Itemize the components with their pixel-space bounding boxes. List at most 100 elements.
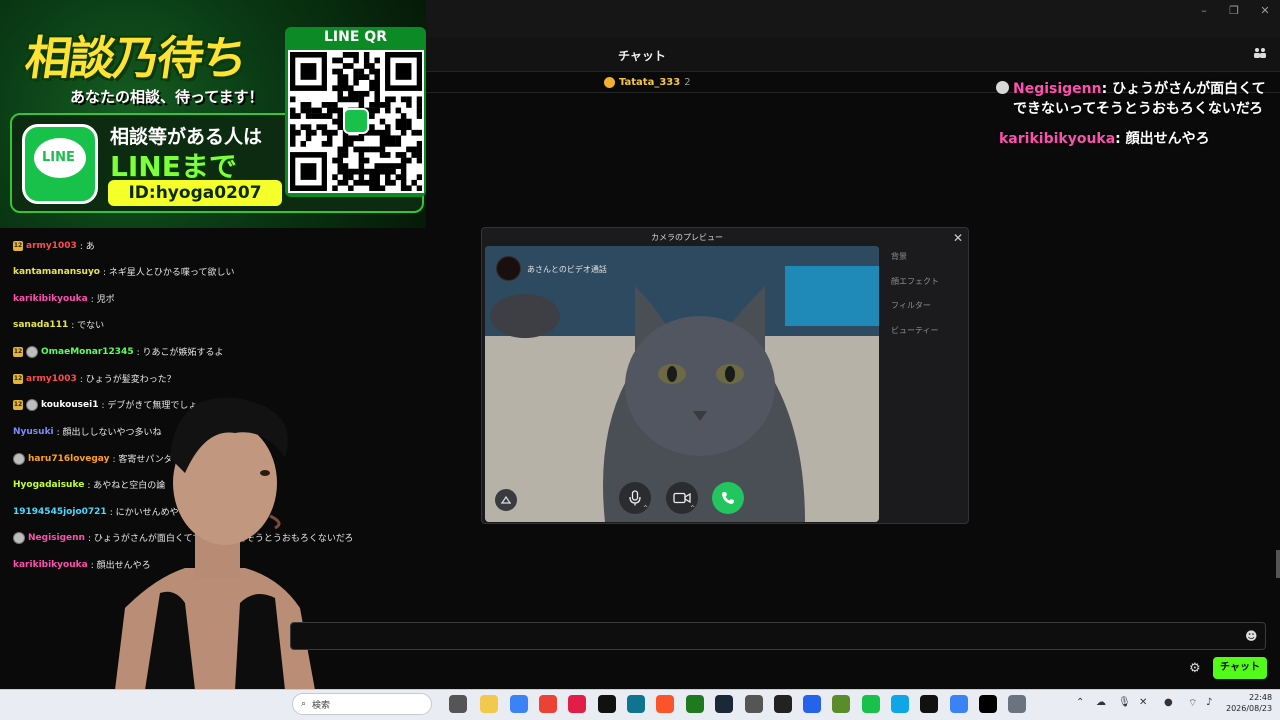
volume-icon[interactable]: ♪ <box>1206 697 1212 708</box>
dialog-title: カメラのプレビュー <box>651 233 723 242</box>
user-avatar-icon <box>996 81 1009 94</box>
chat-username[interactable]: haru716lovegay <box>28 454 109 464</box>
chat-username[interactable]: 19194545jojo0721 <box>13 507 107 517</box>
chat-message: karikibikyouka: 児ポ <box>13 292 115 306</box>
user-avatar-icon <box>26 398 38 411</box>
app-icon[interactable] <box>745 695 763 713</box>
chat-username[interactable]: kantamanansuyo <box>13 267 100 277</box>
qr-code-icon <box>290 52 422 191</box>
emoji-icon[interactable]: ☻ <box>1245 629 1258 643</box>
chat-message: 12 OmaeMonar12345: りあこが嫉妬するよ <box>13 345 223 358</box>
taskbar-clock[interactable]: 22:48 2026/08/23 <box>1226 692 1272 714</box>
line-icon[interactable] <box>862 695 880 713</box>
overlay-comment: karikibikyouka: 顔出せんやろ <box>999 128 1279 148</box>
chat-username[interactable]: army1003 <box>26 374 77 384</box>
chat-message: 12 army1003: あ <box>13 239 95 252</box>
option-beauty[interactable]: ビューティー <box>891 325 939 336</box>
app-icon[interactable] <box>950 695 968 713</box>
chrome-icon[interactable] <box>539 695 557 713</box>
camera-flip-button[interactable] <box>495 489 517 511</box>
app-icon[interactable] <box>891 695 909 713</box>
start-call-button[interactable] <box>712 482 744 514</box>
chat-message: sanada111: でない <box>13 318 104 332</box>
chat-username[interactable]: OmaeMonar12345 <box>41 347 134 357</box>
chat-message: kantamanansuyo: ネギ星人とひかる喋って欲しい <box>13 265 234 279</box>
scrollbar[interactable] <box>1276 550 1280 578</box>
app-icon[interactable] <box>568 695 586 713</box>
app-icon[interactable] <box>803 695 821 713</box>
obs-icon[interactable] <box>774 695 792 713</box>
brave-icon[interactable] <box>656 695 674 713</box>
chat-username[interactable]: Nyusuki <box>13 427 54 437</box>
subscriber-badge: 12 <box>13 373 23 384</box>
chat-username[interactable]: karikibikyouka <box>13 560 88 570</box>
cat-video-frame <box>485 246 879 522</box>
chat-username[interactable]: karikibikyouka <box>13 294 88 304</box>
top-gifter[interactable]: Tatata_333 2 <box>604 77 691 88</box>
tray-app-icon[interactable]: ● <box>1164 697 1173 708</box>
users-icon[interactable] <box>1253 46 1267 60</box>
user-avatar-icon <box>13 452 25 465</box>
search-icon: ⌕ <box>301 699 307 709</box>
gifter-count: 2 <box>684 77 691 88</box>
tray-close-icon[interactable]: ✕ <box>1139 697 1147 708</box>
unreal-icon[interactable] <box>920 695 938 713</box>
option-face-effect[interactable]: 顔エフェクト <box>891 276 939 287</box>
caller-avatar <box>496 256 521 281</box>
tray-mic-icon[interactable]: 🎙 <box>1118 697 1131 708</box>
app-icon[interactable] <box>979 695 997 713</box>
minimize-icon[interactable]: – <box>1196 4 1212 17</box>
tray-chevron-up-icon[interactable]: ⌃ <box>1076 697 1084 708</box>
chat-username[interactable]: koukousei1 <box>41 400 98 410</box>
chat-text: : りあこが嫉妬するよ <box>136 348 224 358</box>
close-icon[interactable]: ✕ <box>953 231 963 245</box>
chat-username[interactable]: army1003 <box>26 241 77 251</box>
task-view-icon[interactable] <box>449 695 467 713</box>
close-window-icon[interactable]: ✕ <box>1257 4 1273 17</box>
promo-title: 相談乃待ち <box>21 31 250 85</box>
clock-time: 22:48 <box>1249 693 1273 702</box>
tray-network-icon[interactable]: ☁ <box>1096 697 1106 708</box>
line-logo-text: LINE <box>42 150 75 165</box>
chat-message: 12 army1003: ひょうが髪変わった？ <box>13 372 176 385</box>
streamer-webcam-figure <box>115 397 315 690</box>
camera-video-preview <box>485 246 879 522</box>
minecraft-icon[interactable] <box>832 695 850 713</box>
microphone-icon <box>629 490 641 506</box>
mic-options-chevron-icon[interactable]: ^ <box>643 505 648 512</box>
chat-username[interactable]: sanada111 <box>13 320 68 330</box>
option-filter[interactable]: フィルター <box>891 300 931 311</box>
file-explorer-icon[interactable] <box>480 695 498 713</box>
user-avatar-icon <box>13 531 25 544</box>
chat-username[interactable]: Hyogadaisuke <box>13 480 84 490</box>
app-icon[interactable] <box>686 695 704 713</box>
gifter-name: Tatata_333 <box>619 77 681 88</box>
subscriber-badge: 12 <box>13 346 23 357</box>
promo-line-id: ID:hyoga0207 <box>108 180 282 206</box>
settings-gear-icon[interactable] <box>1008 695 1026 713</box>
steam-icon[interactable] <box>715 695 733 713</box>
promo-subtitle: あなたの相談、待ってます！ <box>70 88 264 106</box>
promo-line2: LINEまで <box>110 150 237 183</box>
qr-label: LINE QR <box>324 29 387 45</box>
maximize-icon[interactable]: ❐ <box>1226 4 1242 17</box>
overlay-text: : 顔出せんやろ <box>1115 131 1210 147</box>
search-placeholder: 検索 <box>312 700 331 711</box>
phone-icon <box>722 492 734 504</box>
send-chat-button[interactable]: チャット <box>1213 657 1267 679</box>
clock-date: 2026/08/23 <box>1226 704 1273 713</box>
chat-input[interactable] <box>290 622 1266 650</box>
chat-username[interactable]: Negisigenn <box>28 533 85 543</box>
option-background[interactable]: 背景 <box>891 251 907 262</box>
gear-icon[interactable]: ⚙ <box>1189 661 1201 676</box>
wifi-icon[interactable]: ⌔ <box>1188 697 1197 710</box>
overlay-user: Negisigenn <box>1013 81 1102 97</box>
chat-text: : あ <box>79 242 95 252</box>
app-icon[interactable] <box>627 695 645 713</box>
camera-options-chevron-icon[interactable]: ^ <box>690 505 695 512</box>
subscriber-badge: 12 <box>13 240 23 251</box>
tiktok-icon[interactable] <box>598 695 616 713</box>
subscriber-badge: 12 <box>13 399 23 410</box>
taskbar-search[interactable]: ⌕ 検索 <box>292 693 432 715</box>
app-icon[interactable] <box>510 695 528 713</box>
